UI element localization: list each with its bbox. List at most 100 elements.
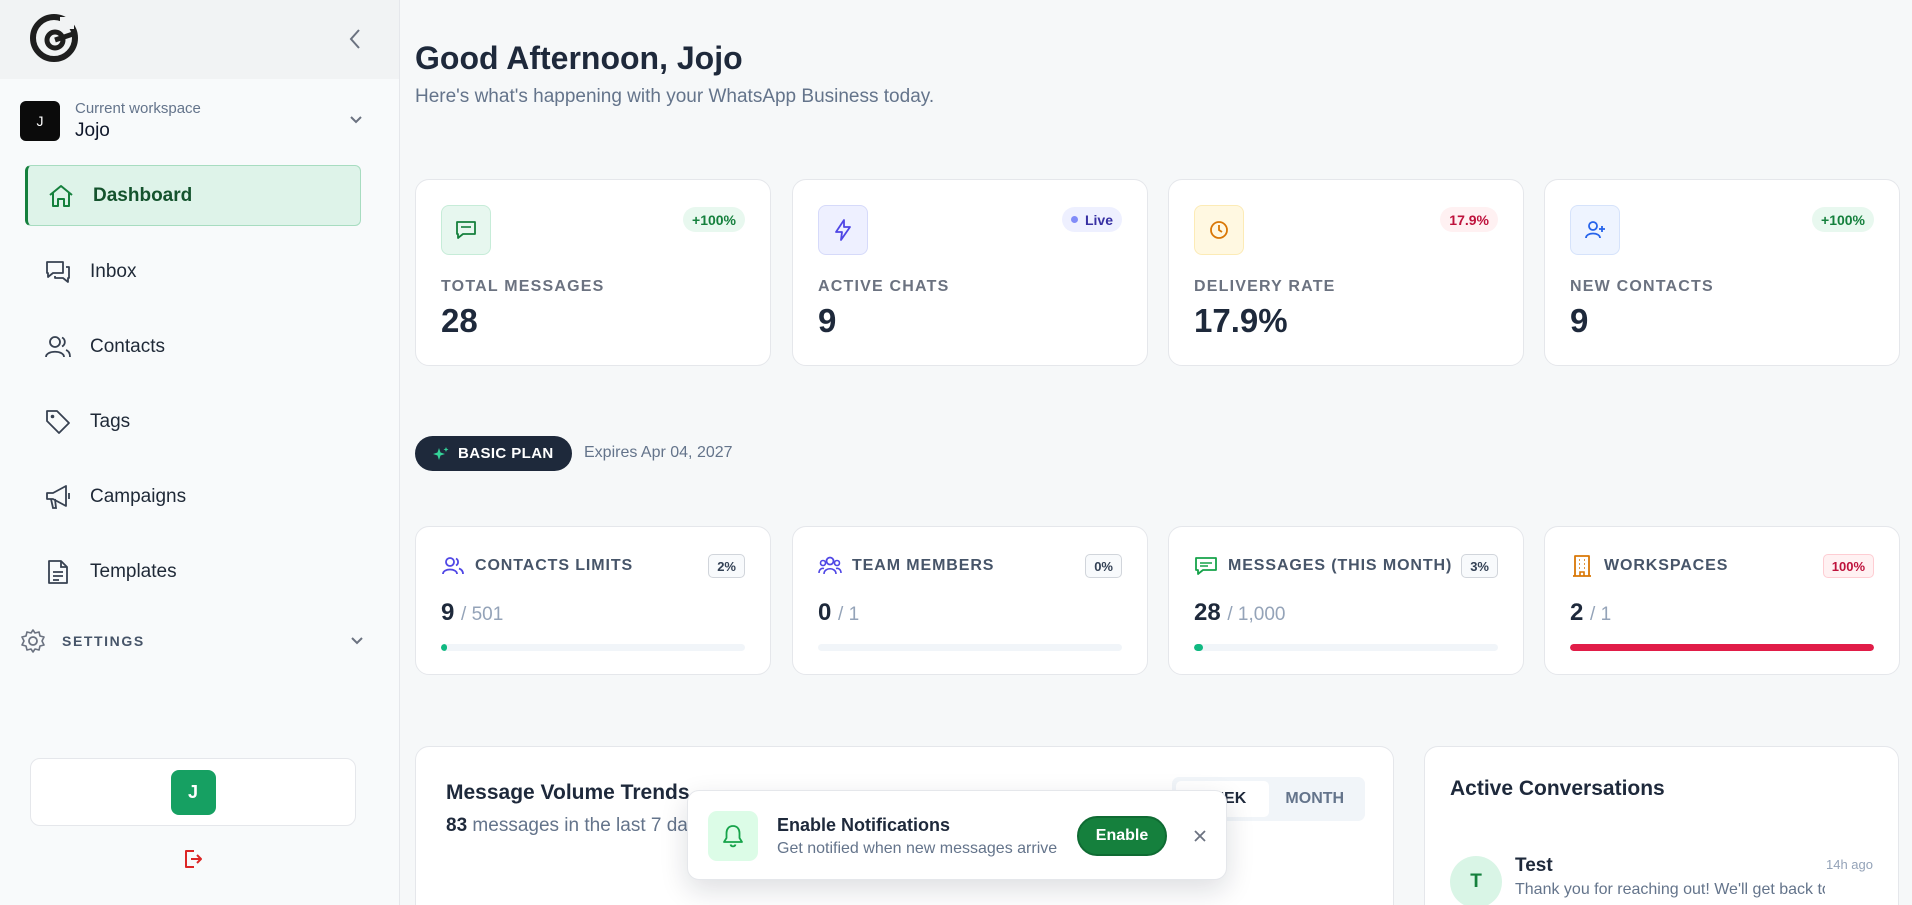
enable-notifications-button[interactable]: Enable xyxy=(1077,816,1167,856)
limit-value: 28 / 1,000 xyxy=(1194,599,1285,627)
user-avatar[interactable]: J xyxy=(170,769,216,815)
limit-title: WORKSPACES xyxy=(1604,557,1729,574)
tag-icon xyxy=(43,407,73,437)
stat-card-new-contacts[interactable]: +100% NEW CONTACTS 9 xyxy=(1544,179,1900,366)
app-logo[interactable] xyxy=(28,12,80,64)
message-icon xyxy=(1194,554,1218,578)
sidebar: J Current workspace Jojo Dashboard Inbox… xyxy=(0,0,400,905)
user-card: J xyxy=(30,758,356,826)
limit-percent-badge: 0% xyxy=(1085,554,1122,578)
limit-total: / 1,000 xyxy=(1227,604,1286,625)
workspace-name: Jojo xyxy=(75,120,110,141)
sidebar-item-campaigns[interactable]: Campaigns xyxy=(25,466,361,527)
limit-progress-fill xyxy=(441,644,448,651)
team-icon xyxy=(818,554,842,578)
user-plus-icon xyxy=(1570,205,1620,255)
plan-name: BASIC PLAN xyxy=(458,445,554,462)
sidebar-item-tags[interactable]: Tags xyxy=(25,391,361,452)
sidebar-item-inbox[interactable]: Inbox xyxy=(25,241,361,302)
limit-progress-fill xyxy=(1194,644,1204,651)
sparkle-icon xyxy=(433,446,449,462)
stat-card-delivery-rate[interactable]: 17.9% DELIVERY RATE 17.9% xyxy=(1168,179,1524,366)
bell-icon xyxy=(708,811,758,861)
sidebar-item-label: Dashboard xyxy=(93,184,193,206)
document-icon xyxy=(43,557,73,587)
stat-card-total-messages[interactable]: +100% TOTAL MESSAGES 28 xyxy=(415,179,771,366)
collapse-sidebar-button[interactable] xyxy=(340,24,370,54)
chart-title: Message Volume Trends xyxy=(446,781,690,804)
stat-label: NEW CONTACTS xyxy=(1570,278,1714,295)
chart-subtitle-text: messages in the last 7 days xyxy=(472,815,707,836)
limit-value: 9 / 501 xyxy=(441,599,503,627)
limit-card-contacts: CONTACTS LIMITS 2% 9 / 501 xyxy=(415,526,771,675)
limit-title: MESSAGES (THIS MONTH) xyxy=(1228,557,1453,574)
message-icon xyxy=(441,205,491,255)
chevron-down-icon xyxy=(351,637,363,645)
limit-total: / 501 xyxy=(461,604,504,625)
stat-card-active-chats[interactable]: Live ACTIVE CHATS 9 xyxy=(792,179,1148,366)
live-badge-label: Live xyxy=(1084,211,1113,228)
logout-icon xyxy=(185,850,202,868)
limit-value: 2 / 1 xyxy=(1570,599,1611,627)
bolt-icon xyxy=(818,205,868,255)
stat-value: 9 xyxy=(818,302,837,339)
stat-value: 28 xyxy=(441,302,478,339)
workspace-switcher[interactable]: J Current workspace Jojo xyxy=(20,96,370,146)
limit-used: 9 xyxy=(441,599,455,626)
stat-value: 9 xyxy=(1570,302,1589,339)
limit-progress-bar xyxy=(818,644,1122,651)
home-icon xyxy=(46,181,76,211)
limit-percent-badge: 3% xyxy=(1461,554,1498,578)
stat-label: TOTAL MESSAGES xyxy=(441,278,605,295)
limit-percent-badge: 2% xyxy=(708,554,745,578)
users-icon xyxy=(43,332,73,362)
tab-month[interactable]: MONTH xyxy=(1269,781,1362,817)
limit-total: / 1 xyxy=(1590,604,1612,625)
sidebar-item-label: Tags xyxy=(90,410,131,432)
notification-title: Enable Notifications xyxy=(777,815,951,835)
workspace-avatar: J xyxy=(20,101,60,141)
notification-prompt: Enable Notifications Get notified when n… xyxy=(687,790,1227,880)
plan-badge[interactable]: BASIC PLAN xyxy=(415,436,572,471)
conversation-preview: Thank you for reaching out! We'll get ba… xyxy=(1515,881,1825,899)
chart-subtitle: 83 messages in the last 7 days xyxy=(446,815,707,837)
close-icon xyxy=(1194,830,1206,842)
limit-card-messages: MESSAGES (THIS MONTH) 3% 28 / 1,000 xyxy=(1168,526,1524,675)
settings-section-toggle[interactable]: SETTINGS xyxy=(20,626,365,656)
page-title: Good Afternoon, Jojo xyxy=(415,40,743,76)
page-subtitle: Here's what's happening with your WhatsA… xyxy=(415,86,935,107)
settings-label: SETTINGS xyxy=(62,633,145,649)
live-badge: Live xyxy=(1061,207,1122,232)
limit-card-team-members: TEAM MEMBERS 0% 0 / 1 xyxy=(792,526,1148,675)
chevron-down-icon xyxy=(350,116,362,124)
stat-label: DELIVERY RATE xyxy=(1194,278,1336,295)
stat-badge: 17.9% xyxy=(1440,207,1498,232)
sidebar-item-contacts[interactable]: Contacts xyxy=(25,316,361,377)
gear-icon xyxy=(21,629,45,653)
sidebar-header xyxy=(0,0,399,79)
limit-total: / 1 xyxy=(838,604,860,625)
close-notification-button[interactable] xyxy=(1188,824,1212,848)
plan-expiry: Expires Apr 04, 2027 xyxy=(584,444,733,461)
active-conversations-card: Active Conversations T Test Thank you fo… xyxy=(1424,746,1899,905)
sidebar-item-dashboard[interactable]: Dashboard xyxy=(25,165,361,226)
conversation-name: Test xyxy=(1515,855,1553,876)
chat-bubbles-icon xyxy=(43,257,73,287)
conversation-preview-text: Thank you for reaching out! We'll get ba… xyxy=(1515,881,1825,898)
conversation-item[interactable]: T Test Thank you for reaching out! We'll… xyxy=(1450,851,1873,905)
stat-value: 17.9% xyxy=(1194,302,1288,339)
clock-icon xyxy=(1194,205,1244,255)
sidebar-item-label: Templates xyxy=(90,560,177,582)
notification-subtitle: Get notified when new messages arrive xyxy=(777,840,1058,857)
logout-button[interactable] xyxy=(181,847,205,871)
stat-badge: +100% xyxy=(1812,207,1874,232)
sidebar-item-label: Contacts xyxy=(90,335,165,357)
live-dot-icon xyxy=(1070,216,1078,223)
conversations-title: Active Conversations xyxy=(1450,777,1665,800)
avatar: T xyxy=(1450,856,1502,905)
sidebar-item-templates[interactable]: Templates xyxy=(25,541,361,602)
conversation-time: 14h ago xyxy=(1826,857,1873,872)
sidebar-item-label: Inbox xyxy=(90,260,137,282)
limit-used: 2 xyxy=(1570,599,1584,626)
limit-progress-bar xyxy=(441,644,745,651)
